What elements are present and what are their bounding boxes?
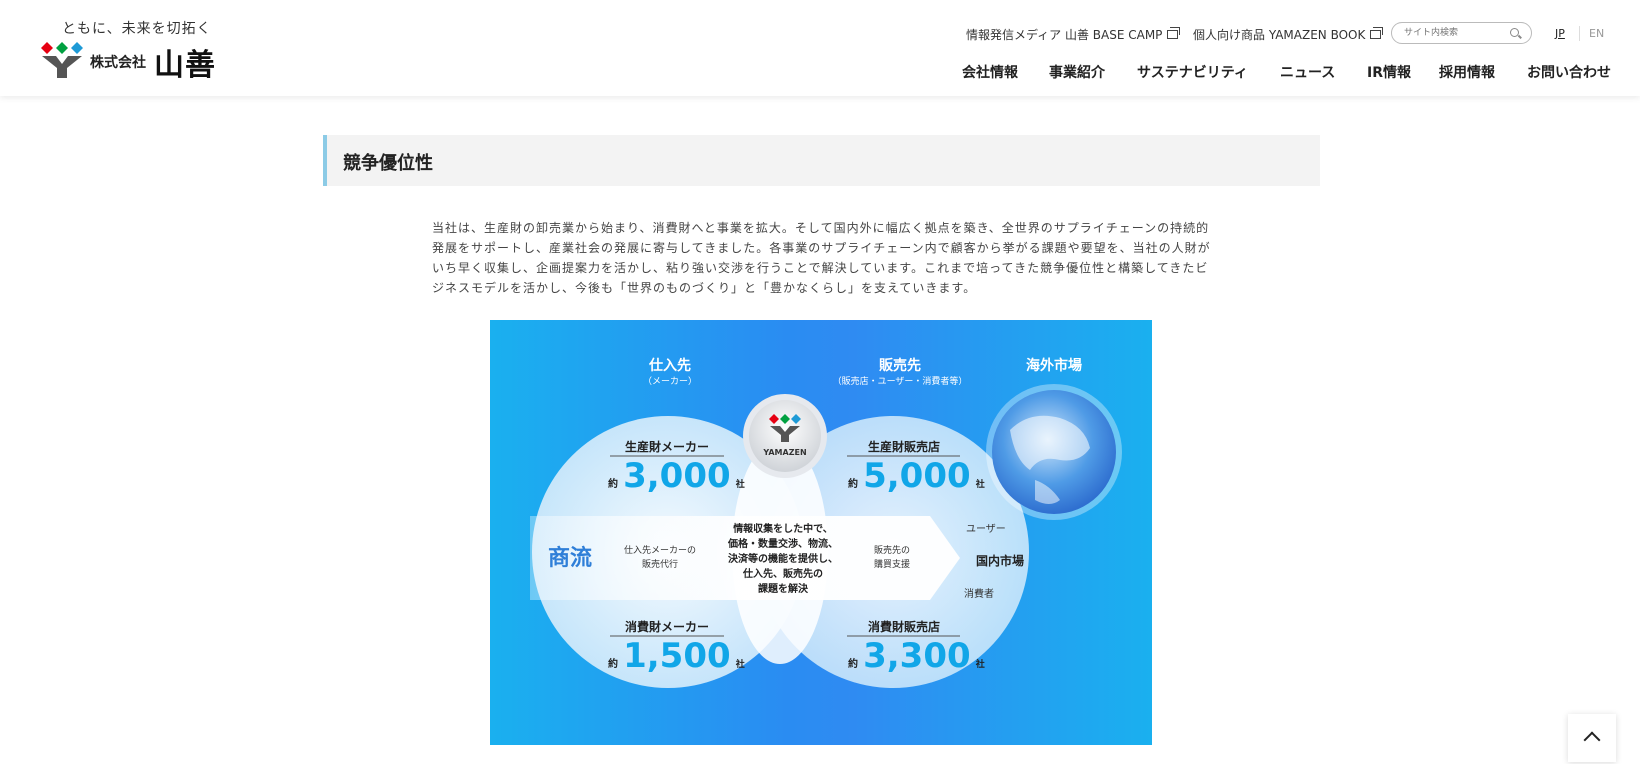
site-header: ともに、未来を切拓く 株式会社 山善 情報発信メディア 山善 BASE CAMP… [0, 0, 1640, 96]
prod-maker-count: 3,000 [623, 456, 731, 496]
chevron-up-icon [1583, 731, 1601, 749]
lang-divider [1579, 26, 1580, 41]
search-icon[interactable] [1510, 28, 1519, 37]
base-camp-link-label: 情報発信メディア 山善 BASE CAMP [966, 27, 1163, 42]
cons-maker-count: 1,500 [623, 636, 731, 676]
section-body-text: 当社は、生産財の卸売業から始まり、消費財へと事業を拡大。そして国内外に幅広く拠点… [432, 221, 1211, 295]
customer-subtitle: （販売店・ユーザー・消費者等） [832, 377, 968, 387]
right-note: 販売先の 購買支援 [862, 544, 922, 572]
cons-dealer-stat: 約 3,300 社 [848, 636, 985, 676]
site-search [1391, 22, 1532, 44]
approx-label: 約 [848, 659, 858, 670]
center-note-line1: 情報収集をした中で、 [733, 524, 833, 535]
cons-maker-stat: 約 1,500 社 [608, 636, 745, 676]
search-input[interactable] [1404, 26, 1504, 40]
right-note-line2: 購買支援 [873, 560, 910, 570]
unit-label: 社 [735, 660, 745, 670]
section-heading-bar: 競争優位性 [323, 135, 1320, 186]
user-label: ユーザー [966, 524, 1006, 535]
logo-corp-type: 株式会社 [90, 55, 146, 71]
center-note-line2: 価格・数量交渉、物流、 [728, 539, 838, 550]
external-link-icon [1167, 26, 1181, 39]
customer-title: 販売先 [879, 358, 921, 374]
prod-maker-label: 生産財メーカー [624, 440, 709, 454]
nav-business[interactable]: 事業紹介 [1049, 62, 1105, 82]
right-note-line1: 販売先の [873, 546, 910, 556]
site-logo[interactable]: ともに、未来を切拓く 株式会社 山善 [40, 18, 220, 83]
consumer-label: 消費者 [964, 589, 994, 600]
logo-company-name: 山善 [154, 48, 216, 83]
approx-label: 約 [608, 479, 618, 490]
lang-jp-link[interactable]: JP [1555, 27, 1565, 40]
nav-recruit[interactable]: 採用情報 [1439, 62, 1495, 82]
approx-label: 約 [608, 659, 618, 670]
badge-logo-text: YAMAZEN [763, 448, 807, 457]
unit-label: 社 [975, 660, 985, 670]
nav-ir[interactable]: IR情報 [1367, 62, 1411, 82]
left-note-line2: 販売代行 [641, 560, 678, 570]
approx-label: 約 [848, 479, 858, 490]
supplier-subtitle: （メーカー） [642, 377, 697, 387]
center-note-line4: 仕入先、販売先の [743, 569, 823, 580]
unit-label: 社 [975, 480, 985, 490]
logo-tagline: ともに、未来を切拓く [62, 21, 212, 37]
nav-company[interactable]: 会社情報 [962, 62, 1018, 82]
prod-dealer-label: 生産財販売店 [867, 440, 940, 454]
prod-dealer-stat: 約 5,000 社 [848, 456, 985, 496]
center-note: 情報収集をした中で、 価格・数量交渉、物流、 決済等の機能を提供し、 仕入先、販… [718, 522, 848, 597]
overseas-market-label: 海外市場 [1026, 358, 1082, 374]
prod-dealer-count: 5,000 [863, 456, 971, 496]
unit-label: 社 [735, 480, 745, 490]
center-note-line3: 決済等の機能を提供し、 [728, 554, 838, 565]
nav-sustainability[interactable]: サステナビリティ [1137, 62, 1248, 82]
left-note: 仕入先メーカーの 販売代行 [620, 544, 700, 572]
commerce-label: 商流 [548, 546, 593, 571]
yamazen-mark-icon [41, 42, 83, 78]
yamazen-book-link[interactable]: 個人向け商品 YAMAZEN BOOK [1193, 24, 1384, 44]
back-to-top-button[interactable] [1568, 714, 1616, 762]
external-link-icon [1370, 26, 1384, 39]
nav-news[interactable]: ニュース [1280, 62, 1335, 82]
domestic-market-label: 国内市場 [976, 554, 1025, 568]
cons-dealer-label: 消費財販売店 [867, 620, 940, 634]
left-note-line1: 仕入先メーカーの [623, 546, 696, 556]
nav-contact[interactable]: お問い合わせ [1527, 62, 1611, 82]
lang-en-link[interactable]: EN [1589, 27, 1604, 40]
supplier-title: 仕入先 [649, 358, 691, 374]
base-camp-link[interactable]: 情報発信メディア 山善 BASE CAMP [966, 24, 1181, 44]
section-title: 競争優位性 [343, 153, 433, 174]
prod-maker-stat: 約 3,000 社 [608, 456, 745, 496]
cons-dealer-count: 3,300 [863, 636, 971, 676]
cons-maker-label: 消費財メーカー [624, 620, 709, 634]
yamazen-book-link-label: 個人向け商品 YAMAZEN BOOK [1193, 27, 1366, 42]
business-model-diagram: 仕入先 （メーカー） 販売先 （販売店・ユーザー・消費者等） 海外市場 YAMA… [490, 320, 1152, 745]
center-note-line5: 課題を解決 [758, 584, 808, 595]
